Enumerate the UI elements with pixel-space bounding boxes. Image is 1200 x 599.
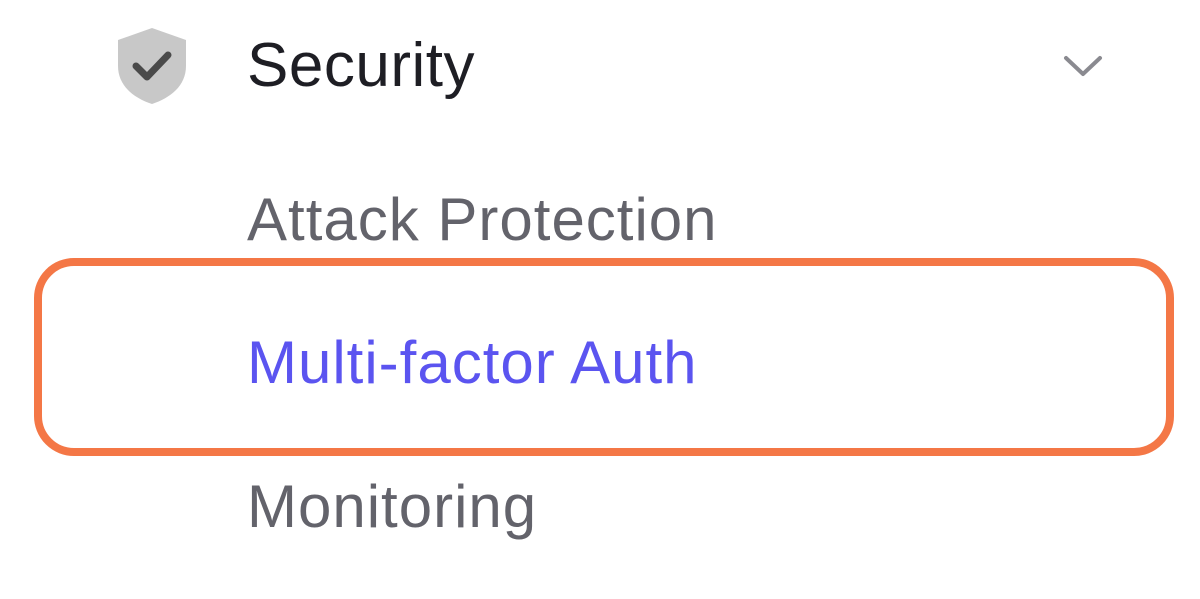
sidebar-section-security[interactable]: Security	[0, 0, 1200, 132]
sidebar-section-title: Security	[247, 31, 475, 100]
chevron-down-icon[interactable]	[1060, 48, 1106, 82]
sidebar-item-attack-protection[interactable]: Attack Protection	[247, 184, 718, 256]
shield-check-icon	[118, 28, 186, 104]
sidebar-item-multi-factor-auth[interactable]: Multi-factor Auth	[247, 327, 698, 399]
sidebar-item-monitoring[interactable]: Monitoring	[247, 471, 537, 543]
sidebar-nav: Security Attack Protection Multi-factor …	[0, 0, 1200, 599]
